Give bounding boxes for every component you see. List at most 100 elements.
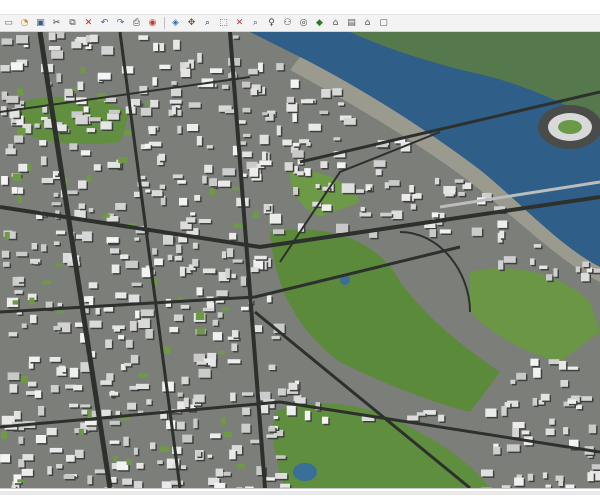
save-button[interactable]: ▣ <box>34 17 47 30</box>
top-view-icon: ▤ <box>347 17 356 28</box>
building <box>563 427 569 435</box>
copy-button[interactable]: ⧉ <box>66 17 79 30</box>
zoom-extents-button[interactable]: ✕ <box>233 17 246 30</box>
cut-button[interactable]: ✂ <box>50 17 63 30</box>
walk-button[interactable]: ⚇ <box>281 17 294 30</box>
building <box>2 261 10 267</box>
building <box>1 38 13 45</box>
pan-button[interactable]: ✥ <box>185 17 198 30</box>
top-view-button[interactable]: ▤ <box>345 17 358 30</box>
building <box>106 373 114 381</box>
building <box>215 468 223 477</box>
building <box>63 474 75 479</box>
look-around-button[interactable]: ◎ <box>297 17 310 30</box>
print-button[interactable]: ⎙ <box>130 17 143 30</box>
zoom-window-button[interactable]: ⬚ <box>217 17 230 30</box>
building <box>512 427 519 438</box>
building <box>227 359 241 364</box>
building <box>262 151 267 161</box>
courtyard-green <box>252 211 259 218</box>
print-icon: ⎙ <box>132 17 141 28</box>
courtyard-green <box>209 188 216 196</box>
city-model-scene[interactable] <box>0 32 600 488</box>
building <box>67 190 78 195</box>
courtyard-green <box>41 280 52 285</box>
undo-button[interactable]: ↶ <box>98 17 111 30</box>
building <box>107 161 121 168</box>
model-info-icon: ◉ <box>148 17 157 28</box>
front-view-button[interactable]: ⌂ <box>361 17 374 30</box>
building <box>109 391 119 396</box>
building <box>145 329 153 339</box>
building <box>503 256 516 263</box>
building <box>123 436 129 446</box>
delete-button[interactable]: ✕ <box>82 17 95 30</box>
building <box>565 366 579 370</box>
building <box>51 50 63 59</box>
building <box>148 126 156 135</box>
building <box>170 480 184 485</box>
building <box>34 123 40 128</box>
courtyard-green <box>118 157 128 164</box>
courtyard-green <box>80 66 86 74</box>
building <box>120 254 129 259</box>
new-button[interactable]: ▭ <box>2 17 15 30</box>
model-info-button[interactable]: ◉ <box>146 17 159 30</box>
building <box>206 145 213 149</box>
orbit-button[interactable]: ◈ <box>169 17 182 30</box>
building <box>276 125 281 136</box>
iso-view-button[interactable]: ⌂ <box>329 17 342 30</box>
building <box>131 282 142 286</box>
building <box>548 359 560 365</box>
building <box>250 439 260 444</box>
3d-viewport[interactable] <box>0 32 600 488</box>
building <box>50 385 59 393</box>
building <box>184 62 190 68</box>
look-around-icon: ◎ <box>299 17 308 28</box>
building <box>129 321 137 331</box>
building <box>240 276 246 286</box>
building <box>125 339 133 348</box>
open-button[interactable]: ◔ <box>18 17 31 30</box>
courtyard-green <box>138 373 148 378</box>
position-camera-button[interactable]: ♀ <box>265 17 278 30</box>
building <box>198 368 211 378</box>
left-view-button[interactable]: ▢ <box>377 17 390 30</box>
building <box>533 367 541 378</box>
building <box>217 180 231 187</box>
redo-button[interactable]: ↷ <box>114 17 127 30</box>
previous-view-button[interactable]: ⌕ <box>249 17 262 30</box>
building <box>88 296 94 306</box>
building <box>190 212 196 216</box>
building <box>5 148 16 155</box>
building <box>22 454 34 461</box>
building <box>579 396 592 401</box>
zoom-button[interactable]: ⌕ <box>201 17 214 30</box>
building <box>39 140 47 146</box>
building <box>277 388 286 396</box>
section-plane-button[interactable]: ◆ <box>313 17 326 30</box>
courtyard-green <box>221 417 226 425</box>
building <box>149 99 159 108</box>
building <box>225 268 230 278</box>
building <box>498 260 504 270</box>
building <box>159 64 171 69</box>
building <box>444 192 454 197</box>
building <box>11 187 17 194</box>
building <box>53 192 59 197</box>
building <box>232 330 239 338</box>
building <box>95 307 100 315</box>
pond <box>293 463 317 481</box>
courtyard-green <box>86 175 92 182</box>
building <box>286 405 296 416</box>
courtyard-green <box>236 463 245 469</box>
courtyard-green <box>29 297 35 305</box>
building <box>223 471 231 476</box>
building <box>271 336 280 340</box>
courtyard-green <box>17 88 24 96</box>
pan-icon: ✥ <box>187 17 196 28</box>
redo-icon: ↷ <box>116 17 125 28</box>
front-view-icon: ⌂ <box>364 17 371 28</box>
building <box>31 243 37 250</box>
building <box>250 88 257 96</box>
